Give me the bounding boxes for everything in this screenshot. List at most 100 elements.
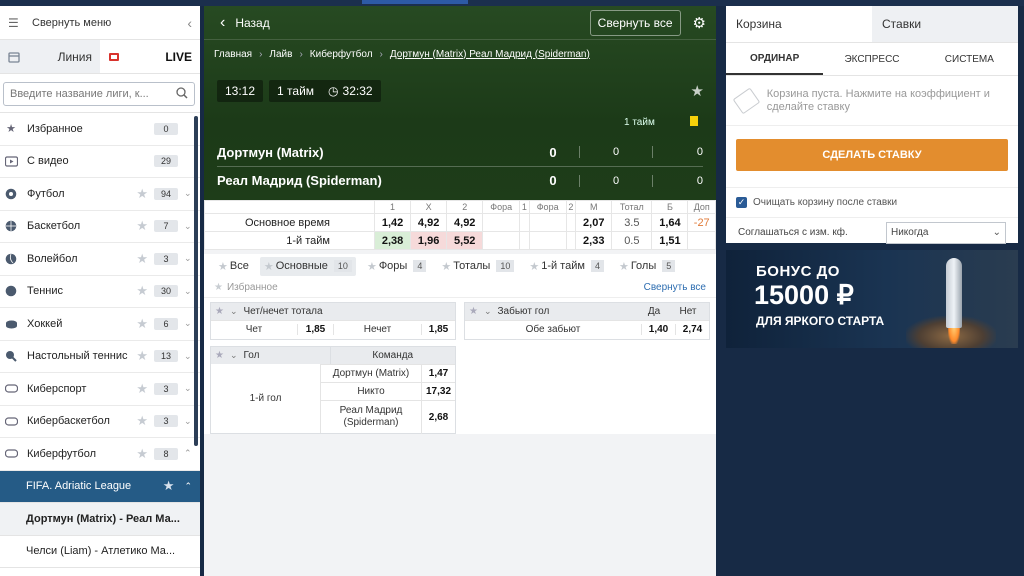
sidebar-match-item[interactable]: Дортмун (Matrix) - Реал Ма...	[0, 503, 200, 536]
odds-cell[interactable]	[565, 213, 577, 232]
star-icon[interactable]: ★	[215, 306, 224, 317]
odds-cell[interactable]: 4,92	[410, 213, 448, 232]
odds-cell[interactable]	[519, 231, 530, 250]
chevron-down-icon[interactable]: ⌄	[184, 253, 192, 264]
star-icon[interactable]: ★	[136, 348, 148, 364]
filter-totals[interactable]: ★ Тоталы 10	[437, 257, 518, 276]
sidebar-item-football[interactable]: Футбол ★ 94 ⌄	[0, 178, 200, 211]
breadcrumb-home[interactable]: Главная	[214, 49, 252, 60]
star-icon[interactable]: ★	[691, 82, 704, 100]
tab-live[interactable]: LIVE	[100, 40, 200, 73]
odds-cell[interactable]: 2,33	[575, 231, 613, 250]
odds-cell[interactable]: 1,42	[373, 213, 412, 232]
chevron-down-icon[interactable]: ⌄	[184, 318, 192, 329]
star-icon[interactable]: ★	[136, 413, 148, 429]
league-search-input[interactable]	[10, 88, 176, 100]
tab-bets[interactable]: Ставки	[872, 6, 1018, 42]
sidebar-item-table-tennis[interactable]: Настольный теннис ★ 13 ⌄	[0, 341, 200, 373]
star-icon[interactable]: ★	[215, 350, 224, 361]
chevron-down-icon[interactable]: ⌄	[184, 383, 192, 394]
filter-goals[interactable]: ★ Голы 5	[615, 257, 679, 276]
collapse-menu-button[interactable]: ☰ Свернуть меню ‹	[0, 6, 200, 40]
odds-cell[interactable]: 2,38	[373, 231, 412, 250]
sidebar-item-tennis[interactable]: Теннис ★ 30 ⌄	[0, 276, 200, 308]
sidebar-match-item[interactable]: Челси (Liam) - Атлетико Ма...	[0, 535, 200, 568]
checkbox-checked-icon[interactable]: ✓	[736, 197, 747, 208]
sidebar-item-volleyball[interactable]: Волейбол ★ 3 ⌄	[0, 243, 200, 276]
odds-cell[interactable]: 2,07	[575, 213, 613, 232]
odds-cell[interactable]	[565, 231, 577, 250]
odds-cell[interactable]: 1,64	[651, 213, 689, 232]
tab-cart[interactable]: Корзина	[726, 6, 872, 42]
breadcrumb-current[interactable]: Дортмун (Matrix) Реал Мадрид (Spiderman)	[390, 49, 590, 60]
tab-single[interactable]: Ординар	[726, 43, 824, 75]
sidebar-item-cyberfootball[interactable]: Киберфутбол ★ 8 ⌃	[0, 438, 200, 471]
star-icon[interactable]: ★	[136, 186, 148, 202]
filter-handicaps[interactable]: ★ Форы 4	[363, 257, 430, 276]
chevron-up-icon[interactable]: ⌃	[184, 481, 192, 492]
odds-cell[interactable]	[482, 231, 521, 250]
odds-cell[interactable]	[519, 213, 530, 232]
search-icon[interactable]	[176, 86, 188, 102]
market-header[interactable]: ★ ⌄ Чет/нечет тотала	[211, 303, 455, 320]
make-bet-button[interactable]: СДЕЛАТЬ СТАВКУ	[736, 139, 1008, 171]
star-icon[interactable]: ★	[136, 251, 148, 267]
breadcrumb-sport[interactable]: Киберфутбол	[310, 49, 373, 60]
chevron-up-icon[interactable]: ⌃	[184, 448, 192, 459]
sidebar-item-cyberbasketball[interactable]: Кибербаскетбол ★ 3 ⌄	[0, 406, 200, 438]
odds-cell[interactable]: 4,92	[446, 213, 484, 232]
odds-cell[interactable]: 1,47	[421, 364, 455, 383]
odds-cell[interactable]: 2,68	[421, 400, 455, 434]
star-icon[interactable]: ★	[469, 306, 478, 317]
sidebar-item-esports[interactable]: Киберспорт ★ 3 ⌄	[0, 373, 200, 406]
odds-cell[interactable]: 1,40	[641, 324, 675, 335]
tab-express[interactable]: Экспресс	[823, 43, 920, 75]
collapse-all-link[interactable]: Свернуть все	[644, 282, 706, 293]
star-icon[interactable]: ★	[163, 478, 175, 494]
filter-favorites[interactable]: ★ Избранное	[214, 282, 278, 293]
collapse-all-button[interactable]: Свернуть все	[589, 9, 681, 36]
market-header[interactable]: ★ ⌄ Забьют гол Да Нет	[465, 303, 709, 320]
filter-first-half[interactable]: ★ 1-й тайм 4	[525, 257, 608, 276]
tab-system[interactable]: Система	[921, 43, 1018, 75]
sidebar-scrollbar[interactable]	[194, 116, 198, 446]
odds-cell[interactable]: 17,32	[421, 382, 455, 401]
odds-cell[interactable]: 2,74	[675, 324, 709, 335]
market-header[interactable]: ★ ⌄ Гол Команда	[211, 347, 455, 364]
odds-cell[interactable]	[528, 231, 567, 250]
gear-icon[interactable]: ⚙	[693, 14, 706, 32]
sidebar-item-video[interactable]: С видео 29	[0, 146, 200, 178]
chevron-down-icon[interactable]: ⌄	[184, 286, 192, 297]
filter-label: Форы	[378, 260, 408, 272]
odds-cell[interactable]: 1,51	[651, 231, 689, 250]
odds-change-select[interactable]: Никогда ⌄	[886, 221, 1006, 244]
sidebar-item-hockey[interactable]: Хоккей ★ 6 ⌄	[0, 308, 200, 341]
odds-cell[interactable]: 1,96	[410, 231, 448, 250]
breadcrumb-live[interactable]: Лайв	[269, 49, 292, 60]
sidebar-item-basketball[interactable]: Баскетбол ★ 7 ⌄	[0, 211, 200, 243]
volleyball-icon	[4, 252, 18, 266]
star-icon[interactable]: ★	[136, 381, 148, 397]
star-icon[interactable]: ★	[136, 316, 148, 332]
star-icon[interactable]: ★	[136, 446, 148, 462]
filter-all[interactable]: ★ Все	[214, 257, 253, 276]
promo-banner[interactable]: БОНУС ДО 15000 ₽ ДЛЯ ЯРКОГО СТАРТА	[726, 250, 1018, 348]
tab-line[interactable]: Линия	[0, 40, 100, 73]
chevron-down-icon[interactable]: ⌄	[184, 221, 192, 232]
chevron-down-icon[interactable]: ⌄	[184, 188, 192, 199]
sidebar-item-favorites[interactable]: ★ Избранное 0	[0, 113, 200, 146]
sidebar-league-item[interactable]: FIFA. Adriatic League ★ ⌃	[0, 470, 200, 503]
more-markets-link[interactable]: -27	[687, 213, 716, 232]
filter-main[interactable]: ★ Основные 10	[259, 256, 356, 276]
chevron-down-icon[interactable]: ⌄	[184, 416, 192, 427]
odds-cell[interactable]: 1,85	[297, 324, 333, 335]
odds-cell[interactable]: 5,52	[446, 231, 484, 250]
odds-cell[interactable]: 1,85	[421, 324, 455, 335]
star-icon[interactable]: ★	[136, 218, 148, 234]
chevron-down-icon[interactable]: ⌄	[184, 351, 192, 362]
odds-cell[interactable]	[482, 213, 521, 232]
back-button[interactable]: ‹ Назад	[214, 14, 270, 32]
star-icon[interactable]: ★	[136, 283, 148, 299]
clear-after-bet-option[interactable]: ✓ Очищать корзину после ставки	[726, 187, 1018, 217]
odds-cell[interactable]	[528, 213, 567, 232]
